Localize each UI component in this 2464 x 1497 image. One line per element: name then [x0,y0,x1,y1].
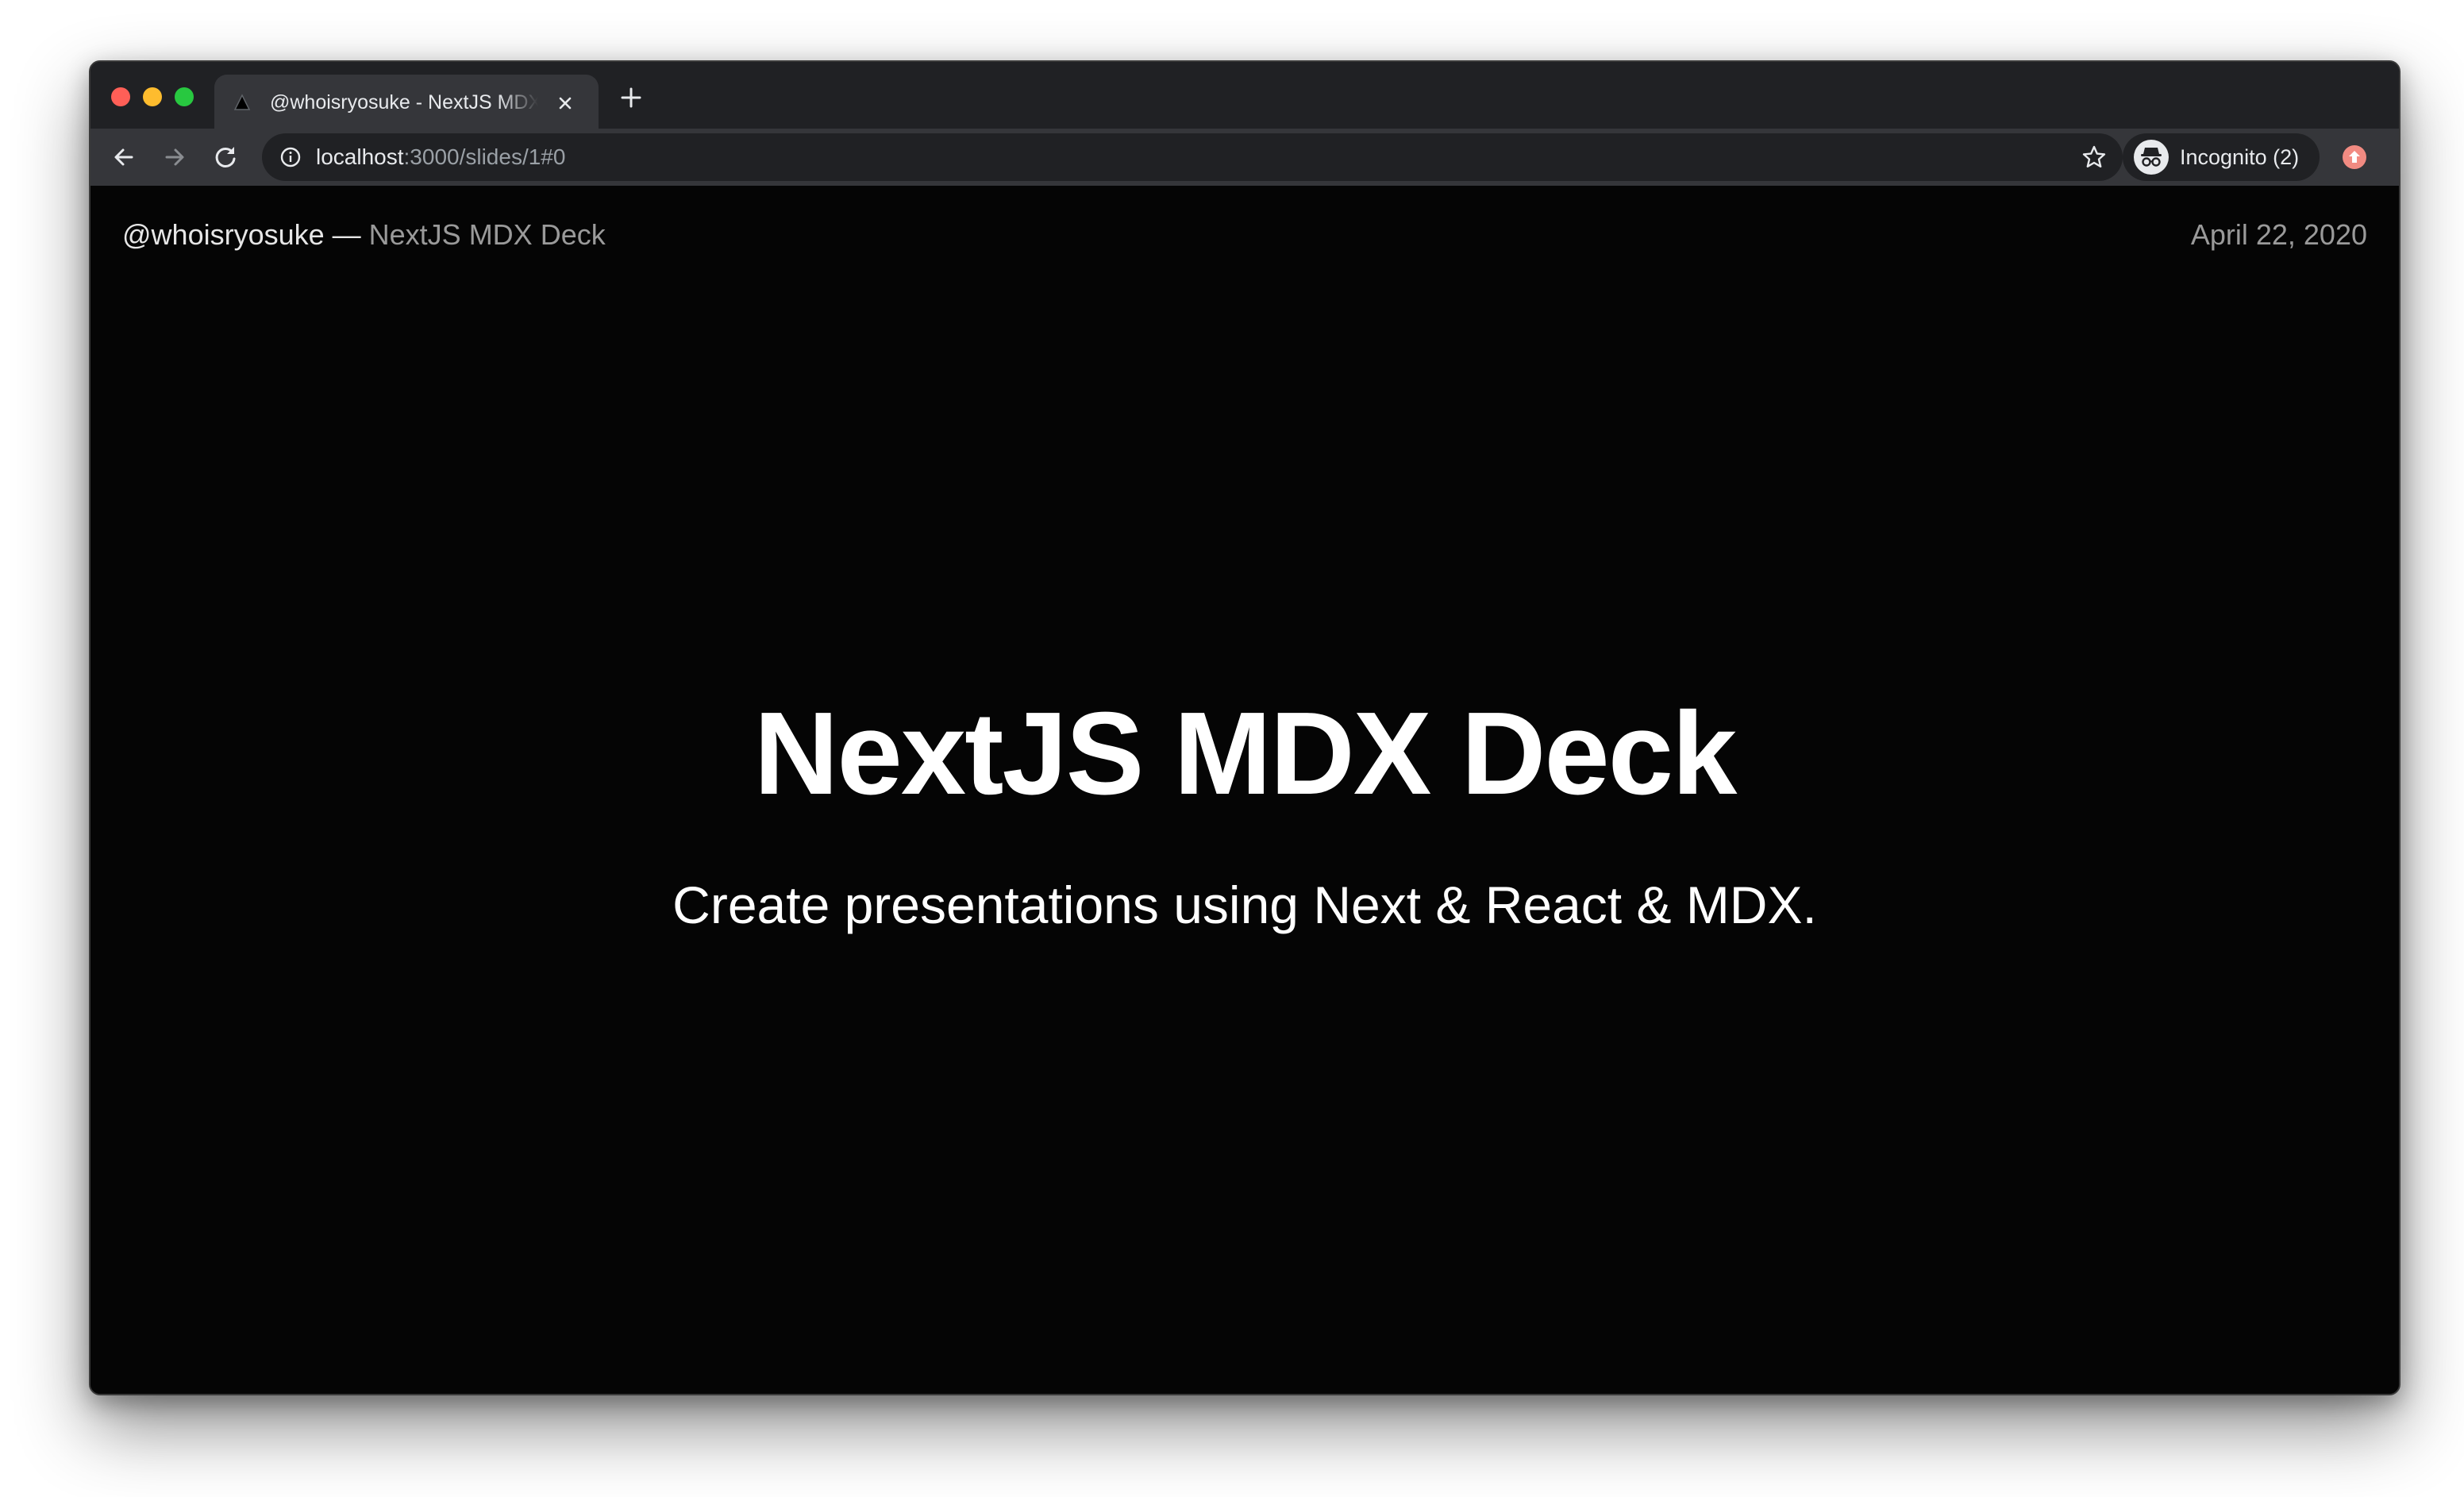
maximize-window-button[interactable] [175,87,194,106]
slide-page: @whoisryosuke — NextJS MDX Deck April 22… [90,186,2399,1394]
header-separator: — [324,218,369,251]
arrow-right-icon[interactable] [160,143,189,171]
address-bar[interactable]: localhost:3000/slides/1#0 [262,133,2123,181]
url-text: localhost:3000/slides/1#0 [316,144,565,170]
minimize-window-button[interactable] [143,87,162,106]
browser-toolbar: localhost:3000/slides/1#0 Incognito (2) [90,129,2399,186]
slide-header-left: @whoisryosuke — NextJS MDX Deck [122,217,606,252]
active-tab[interactable]: @whoisryosuke - NextJS MDX Deck [214,75,599,129]
star-icon[interactable] [2081,144,2107,170]
update-icon[interactable] [2342,144,2367,170]
incognito-icon [2134,140,2169,175]
slide-title: NextJS MDX Deck [753,688,1738,819]
incognito-label: Incognito (2) [2180,145,2300,169]
slide-subtitle: Create presentations using Next & React … [672,875,1817,934]
url-path: :3000/slides/1#0 [403,144,566,169]
close-icon[interactable] [554,92,576,114]
triangle-icon [233,94,251,110]
tab-title: @whoisryosuke - NextJS MDX Deck [270,91,538,114]
arrow-left-icon[interactable] [110,143,138,171]
slide-deck-name: NextJS MDX Deck [368,218,606,251]
tab-strip: @whoisryosuke - NextJS MDX Deck [90,62,2399,129]
reload-icon[interactable] [211,143,240,171]
plus-icon[interactable] [618,84,645,111]
slide-date: April 22, 2020 [2190,218,2367,251]
info-icon[interactable] [279,146,302,168]
close-window-button[interactable] [111,87,130,106]
browser-window: @whoisryosuke - NextJS MDX Deck l [89,60,2400,1395]
url-host: localhost [316,144,404,169]
slide-author: @whoisryosuke [122,218,325,251]
incognito-profile-button[interactable]: Incognito (2) [2123,133,2320,181]
